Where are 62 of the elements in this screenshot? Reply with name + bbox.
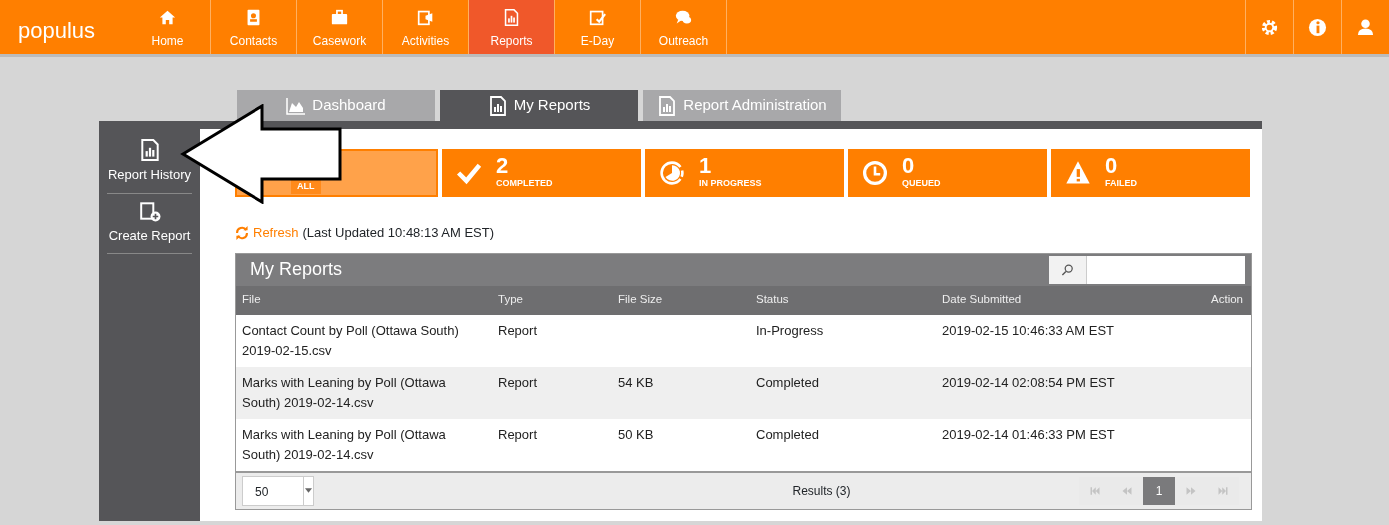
report-document-icon — [503, 9, 520, 26]
tab[interactable]: Report Administration — [643, 90, 841, 121]
tab[interactable]: My Reports — [440, 90, 638, 121]
nav-tab[interactable]: Outreach — [641, 0, 727, 54]
nav-tab[interactable]: Casework — [297, 0, 383, 54]
status-tile[interactable]: 0 FAILED — [1051, 149, 1250, 197]
calendar-check-icon — [589, 9, 606, 26]
warning-icon — [1065, 160, 1091, 186]
table-cell-text: Report — [497, 425, 539, 444]
table-cell-text: In-Progress — [755, 321, 825, 340]
page-size-select[interactable]: 50 — [242, 475, 314, 506]
table-cell-text: Marks with Leaning by Poll (Ottawa South) 2019-02-14.csv — [241, 425, 447, 464]
home-icon — [159, 9, 176, 26]
nav-tab[interactable]: E-Day — [555, 0, 641, 54]
report-document-icon — [487, 95, 508, 116]
table-cell-text: Completed — [755, 373, 820, 392]
column-header[interactable]: Date Submitted — [936, 291, 1191, 309]
nav-tab[interactable]: Home — [125, 0, 211, 54]
table-cell-text: Completed — [755, 425, 820, 444]
address-book-icon — [245, 9, 262, 26]
refresh-icon — [235, 225, 249, 240]
report-document-icon — [138, 139, 161, 161]
area-chart-icon — [286, 95, 307, 116]
table-title: My Reports — [250, 258, 343, 281]
table-cell-text: Report — [497, 321, 539, 340]
sidebar-item[interactable]: Create Report — [107, 193, 192, 254]
caret-icon — [305, 488, 312, 493]
clipboard-megaphone-icon — [417, 9, 434, 26]
column-header[interactable]: Type — [492, 291, 612, 309]
nav-tab[interactable]: Contacts — [211, 0, 297, 54]
status-tile[interactable]: 1 IN PROGRESS — [645, 149, 844, 197]
info-icon — [1308, 17, 1327, 37]
column-header[interactable]: File Size — [612, 291, 750, 309]
table-cell-text: Report — [497, 373, 539, 392]
chat-bubbles-icon — [675, 9, 692, 26]
table-cell-text: 2019-02-15 10:46:33 AM EST — [941, 321, 1115, 340]
nav-tab[interactable]: Reports — [469, 0, 555, 54]
column-header[interactable]: Action — [1191, 291, 1251, 309]
column-header[interactable]: Status — [750, 291, 936, 309]
column-header[interactable]: File — [236, 291, 492, 309]
tab[interactable]: Dashboard — [237, 90, 435, 121]
status-tile[interactable]: 2 COMPLETED — [442, 149, 641, 197]
table-cell-text: Contact Count by Poll (Ottawa South) 2019-02-15.csv — [241, 321, 460, 360]
table-cell-text: 2019-02-14 02:08:54 PM EST — [941, 373, 1116, 392]
last-updated-text: (Last Updated 10:48:13 AM EST) — [302, 224, 495, 242]
clipboard-add-icon — [138, 199, 161, 222]
progress-circle-icon — [659, 160, 685, 186]
search-icon — [1060, 262, 1075, 277]
user-icon — [1356, 17, 1375, 37]
clock-icon — [862, 160, 888, 186]
page-button[interactable]: 1 — [1143, 476, 1175, 505]
refresh-link[interactable]: Refresh — [253, 223, 299, 243]
report-document-icon — [657, 95, 678, 116]
status-tile[interactable]: 0 QUEUED — [848, 149, 1047, 197]
gear-icon — [1260, 17, 1279, 37]
table-cell-text: 2019-02-14 01:46:33 PM EST — [941, 425, 1116, 444]
results-count: Results (3) — [792, 482, 851, 500]
briefcase-icon — [331, 9, 348, 26]
table-cell-text: 54 KB — [617, 373, 655, 392]
table-cell-text: 50 KB — [617, 425, 655, 444]
logo: populus — [17, 17, 97, 45]
table-cell-text: Marks with Leaning by Poll (Ottawa South) 2019-02-14.csv — [241, 373, 447, 412]
